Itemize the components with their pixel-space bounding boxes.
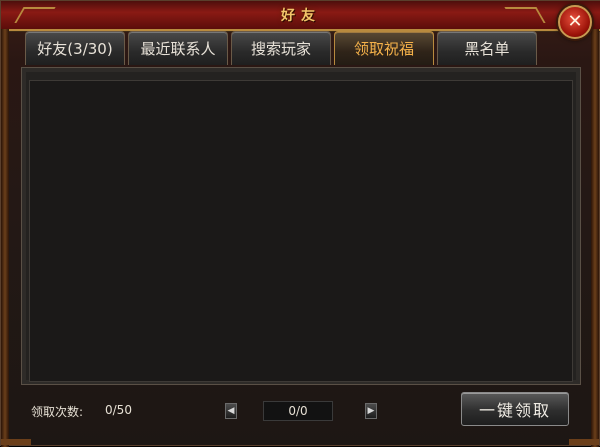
tab-friends[interactable]: 好友(3/30)	[25, 31, 125, 65]
claim-count-value: 0/50	[105, 403, 132, 417]
page-indicator: 0/0	[263, 401, 333, 421]
window-title: 好友	[281, 8, 321, 24]
arrow-right-icon: ▶	[367, 405, 375, 416]
right-frame	[591, 29, 599, 447]
left-frame	[1, 29, 9, 447]
close-button[interactable]: ✕	[558, 5, 592, 39]
claim-count-label: 领取次数:	[31, 405, 84, 419]
prev-page-button[interactable]: ◀	[225, 403, 237, 419]
tab-recent-contacts[interactable]: 最近联系人	[128, 31, 228, 65]
close-icon: ✕	[567, 11, 583, 32]
tab-label: 领取祝福	[353, 40, 414, 58]
tab-bar: 好友(3/30) 最近联系人 搜索玩家 领取祝福 黑名单	[25, 31, 537, 67]
claim-all-button[interactable]: 一键领取	[461, 392, 569, 426]
tab-receive-blessings[interactable]: 领取祝福	[334, 31, 434, 65]
friends-window: 好友 好友(3/30) 最近联系人 搜索玩家 领取祝福 黑名单 领取次数: 0/…	[0, 0, 600, 447]
title-bar: 好友	[1, 1, 600, 31]
tab-blacklist[interactable]: 黑名单	[437, 31, 537, 65]
claim-all-label: 一键领取	[478, 401, 551, 420]
next-page-button[interactable]: ▶	[365, 403, 377, 419]
arrow-left-icon: ◀	[227, 405, 235, 416]
tab-label: 最近联系人	[140, 40, 216, 58]
bottom-left-ornament	[1, 439, 31, 445]
tab-search-players[interactable]: 搜索玩家	[231, 31, 331, 65]
blessing-list[interactable]	[29, 80, 573, 382]
tab-label: 好友(3/30)	[37, 40, 113, 58]
tab-label: 搜索玩家	[250, 40, 311, 58]
bottom-right-ornament	[569, 439, 599, 445]
footer-bar: 领取次数: 0/50 ◀ 0/0 ▶ 一键领取	[21, 387, 581, 435]
tab-label: 黑名单	[464, 40, 510, 58]
